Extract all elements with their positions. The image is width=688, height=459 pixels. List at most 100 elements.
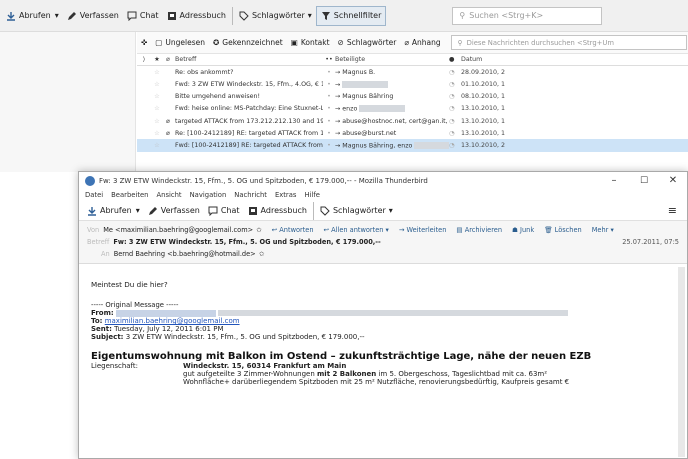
pin-filter-button[interactable]: ✜ — [137, 34, 151, 52]
junk-status-icon[interactable]: ◔ — [449, 93, 461, 100]
menu-file[interactable]: Datei — [85, 191, 103, 199]
column-date[interactable]: Datum — [461, 56, 688, 63]
minimize-icon[interactable]: – — [599, 175, 629, 186]
filter-contact-button[interactable]: ▣ Kontakt — [287, 34, 334, 52]
address-book-button[interactable]: Adressbuch — [244, 201, 311, 221]
menu-help[interactable]: Hilfe — [304, 191, 319, 199]
star-icon[interactable]: ✩ — [259, 250, 265, 258]
table-row[interactable]: ☆ Fwd: [100-2412189] RE: targeted ATTACK … — [137, 139, 688, 152]
star-toggle-icon[interactable]: ☆ — [151, 130, 163, 137]
body-line-1: Meintest Du die hier? — [91, 280, 168, 289]
tags-button[interactable]: Schlagwörter ▾ — [316, 201, 397, 221]
table-row[interactable]: ☆ ⌀ Re: [100-2412189] RE: targeted ATTACK … — [137, 127, 688, 139]
thread-column-icon[interactable]: ⟩ — [137, 56, 151, 63]
attachment-column-icon[interactable]: ⌀ — [163, 56, 173, 63]
message-window[interactable]: Fw: 3 ZW ETW Windeckstr. 15, Ffm., 5. OG… — [78, 171, 688, 459]
reply-button[interactable]: ↩ Antworten — [272, 226, 314, 234]
junk-status-icon[interactable]: ◔ — [449, 142, 461, 149]
star-toggle-icon[interactable]: ☆ — [151, 142, 163, 149]
table-row[interactable]: ☆ Re: obs ankommt? • → Magnus B. ◔ 28.09.2010… — [137, 66, 688, 78]
junk-button[interactable]: ☗ Junk — [512, 226, 534, 234]
close-icon[interactable]: ✕ — [659, 175, 687, 186]
junk-column-icon[interactable]: ● — [449, 56, 461, 63]
star-toggle-icon[interactable]: ☆ — [151, 69, 163, 76]
hamburger-menu-icon[interactable]: ≡ — [668, 204, 677, 217]
write-button[interactable]: Verfassen — [144, 201, 204, 221]
forward-button[interactable]: → Weiterleiten — [399, 226, 447, 234]
menu-navigation[interactable]: Navigation — [190, 191, 227, 199]
header-to-row: An Bernd Baehring <b.baehring@hotmail.de… — [87, 248, 679, 260]
from-address[interactable]: Me <maximilian.baehring@googlemail.com> — [103, 226, 253, 234]
junk-status-icon[interactable]: ◔ — [449, 81, 461, 88]
get-mail-button[interactable]: Abrufen ▾ — [2, 6, 63, 26]
chat-button[interactable]: Chat — [123, 6, 163, 26]
tag-icon — [320, 206, 330, 216]
filter-attachment-button[interactable]: ⌀ Anhang — [400, 34, 444, 52]
global-search-input[interactable]: ⚲ Suchen <Strg+K> — [452, 6, 603, 25]
chat-button[interactable]: Chat — [204, 201, 244, 221]
filter-tags-button[interactable]: ⊘ Schlagwörter — [334, 34, 401, 52]
maximize-icon[interactable]: ☐ — [629, 176, 659, 186]
row-subject: Fwd: [100-2412189] RE: targeted ATTACK f… — [175, 141, 323, 149]
menu-message[interactable]: Nachricht — [234, 191, 267, 199]
menu-view[interactable]: Ansicht — [156, 191, 181, 199]
get-mail-button[interactable]: Abrufen ▾ — [83, 201, 144, 221]
quick-filter-button[interactable]: Schnellfilter — [315, 5, 387, 26]
to-address[interactable]: Bernd Baehring <b.baehring@hotmail.de> — [114, 250, 256, 258]
junk-status-icon[interactable]: ◔ — [449, 130, 461, 137]
chevron-down-icon[interactable]: ▾ — [55, 11, 59, 20]
tags-label: Schlagwörter — [332, 206, 386, 215]
message-list[interactable]: ⟩ ★ ⌀ Betreff •• Beteiligte ● Datum ☆ Re:… — [137, 54, 688, 152]
junk-status-icon[interactable]: ◔ — [449, 69, 461, 76]
read-status-icon[interactable]: • — [323, 130, 335, 137]
table-row[interactable]: ☆ Fwd: 3 ZW ETW Windeckstr. 15, Ffm., 4.O… — [137, 78, 688, 90]
filter-unread-button[interactable]: ▢ Ungelesen — [151, 34, 209, 52]
read-status-icon[interactable]: • — [323, 105, 335, 112]
column-correspondents[interactable]: Beteiligte — [335, 56, 449, 63]
star-column-icon[interactable]: ★ — [151, 56, 163, 63]
chevron-down-icon[interactable]: ▾ — [136, 206, 140, 215]
read-status-icon[interactable]: • — [323, 81, 335, 88]
filter-search-input[interactable]: ⚲ Diese Nachrichten durchsuchen <Strg+Um — [450, 35, 687, 50]
junk-status-icon[interactable]: ◔ — [449, 105, 461, 112]
star-icon[interactable]: ✩ — [256, 226, 262, 234]
menu-edit[interactable]: Bearbeiten — [111, 191, 148, 199]
body-scrollbar[interactable] — [678, 267, 685, 457]
orig-to-link[interactable]: maximilian.baehring@googlemail.com — [105, 317, 240, 325]
star-toggle-icon[interactable]: ☆ — [151, 105, 163, 112]
folder-pane[interactable] — [0, 32, 136, 172]
star-toggle-icon[interactable]: ☆ — [151, 81, 163, 88]
table-row[interactable]: ☆ Bitte umgehend anweisen! • → Magnus Bähri… — [137, 91, 688, 103]
archive-button[interactable]: ▤ Archivieren — [456, 226, 502, 234]
read-column-icon[interactable]: •• — [323, 56, 335, 63]
address-book-button[interactable]: Adressbuch — [163, 6, 230, 26]
table-row[interactable]: ☆ ⌀ targeted ATTACK from 173.212.212.130 a… — [137, 115, 688, 127]
thunderbird-logo-icon — [85, 175, 95, 186]
write-button[interactable]: Verfassen — [63, 6, 123, 26]
star-toggle-icon[interactable]: ☆ — [151, 93, 163, 100]
row-date: 13.10.2010, 1 — [461, 105, 506, 113]
read-status-icon[interactable]: • — [323, 69, 335, 76]
correspondent-text: Magnus Bähring, enzo — [342, 142, 413, 150]
read-status-icon[interactable]: • — [323, 93, 335, 100]
column-subject[interactable]: Betreff — [173, 56, 323, 63]
subject-label: Betreff — [87, 238, 110, 246]
original-message-divider: ----- Original Message ----- — [91, 301, 179, 309]
tags-label: Schlagwörter — [251, 11, 305, 20]
pin-icon: ✜ — [141, 38, 148, 47]
delete-button[interactable]: 🗑 Löschen — [544, 226, 582, 234]
tags-button[interactable]: Schlagwörter ▾ — [235, 6, 316, 26]
star-toggle-icon[interactable]: ☆ — [151, 118, 163, 125]
more-button[interactable]: Mehr ▾ — [592, 226, 614, 234]
read-status-icon[interactable]: • — [323, 142, 335, 149]
reply-all-button[interactable]: ↩ Allen antworten ▾ — [324, 226, 389, 234]
chevron-down-icon: ▾ — [307, 11, 312, 20]
window-titlebar: Fw: 3 ZW ETW Windeckstr. 15, Ffm., 5. OG… — [79, 172, 687, 189]
filter-starred-button[interactable]: ✪ Gekennzeichnet — [209, 34, 287, 52]
read-status-icon[interactable]: • — [323, 118, 335, 125]
to-label: An — [101, 250, 110, 258]
row-date: 01.10.2010, 1 — [461, 80, 506, 88]
menu-tools[interactable]: Extras — [275, 191, 296, 199]
table-row[interactable]: ☆ Fwd: heise online: MS-Patchday: Eine St… — [137, 103, 688, 115]
junk-status-icon[interactable]: ◔ — [449, 118, 461, 125]
